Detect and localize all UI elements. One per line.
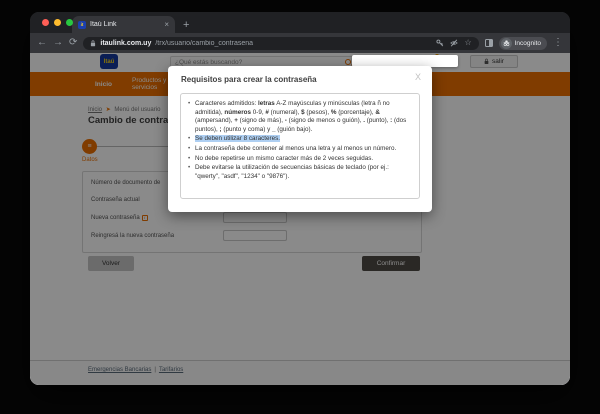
window-maximize-button[interactable] bbox=[66, 19, 73, 26]
tab-strip: it Itaú Link × + bbox=[30, 12, 570, 33]
url-host: itaulink.com.uy bbox=[100, 40, 151, 47]
reload-icon[interactable]: ⟳ bbox=[69, 38, 77, 48]
window-minimize-button[interactable] bbox=[54, 19, 61, 26]
window-close-button[interactable] bbox=[42, 19, 49, 26]
page-content: Itaú ¿Qué estás buscando? ▾ bbox=[30, 53, 570, 385]
modal-close-icon[interactable]: X bbox=[415, 72, 421, 82]
side-panel-icon[interactable] bbox=[485, 39, 493, 47]
eye-off-icon[interactable] bbox=[450, 39, 458, 47]
bookmark-star-icon[interactable]: ☆ bbox=[464, 38, 471, 48]
browser-toolbar: ← → ⟳ itaulink.com.uy /trx/usuario/cambi… bbox=[30, 33, 570, 53]
requirement-item: Se deben utilizar 8 caracteres. bbox=[187, 135, 411, 144]
password-key-icon[interactable] bbox=[436, 39, 444, 47]
chrome-menu-icon[interactable]: ⋮ bbox=[553, 38, 563, 48]
requirements-list: Caracteres admitidos: letras A-Z mayúscu… bbox=[187, 100, 411, 181]
back-icon[interactable]: ← bbox=[37, 38, 47, 48]
incognito-label: Incognito bbox=[515, 40, 541, 47]
url-path: /trx/usuario/cambio_contrasena bbox=[155, 40, 432, 47]
incognito-avatar-icon bbox=[501, 38, 512, 49]
requirement-item: Debe evitarse la utilización de secuenci… bbox=[187, 164, 411, 181]
new-tab-button[interactable]: + bbox=[183, 17, 189, 33]
password-requirements-modal: Requisitos para crear la contraseña X Ca… bbox=[168, 66, 432, 212]
requirement-item: No debe repetirse un mismo caracter más … bbox=[187, 155, 411, 164]
forward-icon[interactable]: → bbox=[53, 38, 63, 48]
modal-title: Requisitos para crear la contraseña bbox=[181, 75, 317, 84]
desktop: it Itaú Link × + ← → ⟳ itaulink.com.uy /… bbox=[0, 0, 600, 414]
address-bar[interactable]: itaulink.com.uy /trx/usuario/cambio_cont… bbox=[83, 37, 478, 50]
traffic-lights bbox=[42, 19, 73, 26]
tab-close-icon[interactable]: × bbox=[164, 21, 169, 29]
favicon-icon: it bbox=[78, 21, 86, 29]
browser-tab[interactable]: it Itaú Link × bbox=[72, 16, 175, 33]
browser-window: it Itaú Link × + ← → ⟳ itaulink.com.uy /… bbox=[30, 12, 570, 385]
incognito-badge[interactable]: Incognito bbox=[499, 37, 547, 50]
lock-icon bbox=[90, 40, 96, 47]
toolbar-right: Incognito ⋮ bbox=[485, 37, 563, 50]
requirements-box: Caracteres admitidos: letras A-Z mayúscu… bbox=[180, 93, 420, 199]
requirement-item: La contraseña debe contener al menos una… bbox=[187, 145, 411, 154]
requirement-item: Caracteres admitidos: letras A-Z mayúscu… bbox=[187, 100, 411, 134]
tab-title: Itaú Link bbox=[90, 21, 160, 28]
